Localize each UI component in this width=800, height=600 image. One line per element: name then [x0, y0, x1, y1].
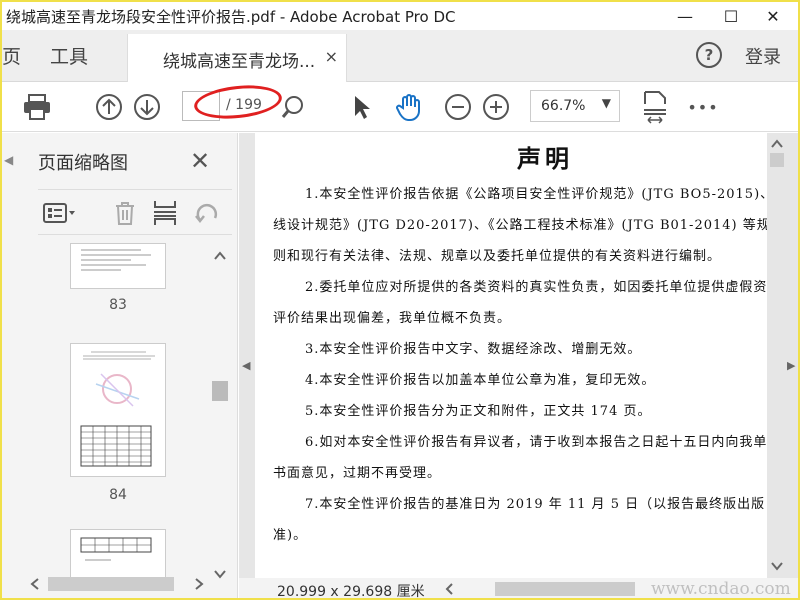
arrow-down-circle-icon	[134, 94, 160, 120]
statement-line: 4.本安全性评价报告以加盖本单位公章为准，复印无效。	[305, 373, 656, 388]
hand-tool-button[interactable]	[394, 92, 424, 122]
maximize-button[interactable]: ☐	[708, 2, 754, 30]
plus-circle-icon	[483, 94, 509, 120]
statement-line: 评价结果出现偏差，我单位概不负责。	[273, 311, 512, 326]
select-tool-button[interactable]	[346, 92, 376, 122]
zoom-search-button[interactable]	[278, 92, 308, 122]
statement-heading: 声明	[517, 144, 573, 173]
minimize-icon: —	[677, 6, 693, 26]
home-tab[interactable]: 页	[2, 42, 21, 69]
document-tab[interactable]: 绕城高速至青龙场... ×	[127, 34, 347, 82]
statement-line: 5.本安全性评价报告分为正文和附件，正文共 174 页。	[305, 404, 652, 419]
close-window-button[interactable]: ✕	[750, 2, 796, 30]
more-tools-icon[interactable]: •••	[687, 92, 718, 122]
thumbnail-label: 84	[109, 487, 127, 503]
tab-bar: 页 工具 绕城高速至青龙场... × ? 登录	[2, 30, 798, 82]
insert-page-icon	[154, 201, 176, 225]
thumbnail-label: 83	[109, 297, 127, 313]
fit-page-button[interactable]	[640, 91, 670, 124]
hand-icon	[396, 94, 420, 121]
acrobat-window: 绕城高速至青龙场段安全性评价报告.pdf - Adobe Acrobat Pro…	[0, 0, 800, 600]
statement-line: 书面意见，过期不再受理。	[273, 466, 442, 481]
zoom-out-button[interactable]	[443, 92, 473, 122]
scrollbar-graphic	[770, 139, 784, 571]
zoom-select[interactable]: 66.7% ▼	[530, 90, 620, 122]
print-icon	[24, 94, 50, 120]
pointer-arrow-icon	[355, 96, 370, 119]
zoom-in-button[interactable]	[481, 92, 511, 122]
document-tab-label: 绕城高速至青龙场...	[163, 52, 316, 72]
zoom-icon	[281, 96, 303, 118]
expand-right-panel-icon[interactable]: ▶	[787, 359, 795, 372]
thumbnails-panel: ◀ 页面缩略图 ✕ 83 84	[2, 133, 238, 598]
minus-circle-icon	[445, 94, 471, 120]
pdf-page: 声明 1.本安全性评价报告依据《公路项目安全性评价规范》(JTG BO5-201…	[255, 133, 767, 578]
statement-line: 准)。	[273, 528, 308, 543]
help-icon[interactable]: ?	[696, 42, 722, 68]
document-tab-close-icon[interactable]: ×	[325, 47, 338, 66]
window-title: 绕城高速至青龙场段安全性评价报告.pdf - Adobe Acrobat Pro…	[6, 8, 456, 26]
next-page-button[interactable]	[132, 92, 162, 122]
document-horizontal-scrollbar[interactable]	[439, 580, 639, 598]
chevron-down-icon: ▼	[601, 96, 611, 110]
print-button[interactable]	[22, 92, 52, 122]
statement-line: 3.本安全性评价报告中文字、数据经涂改、增删无效。	[305, 342, 642, 357]
thumbnail-horizontal-scrollbar[interactable]	[24, 574, 210, 594]
page-size: 20.999 x 29.698 厘米	[277, 584, 425, 600]
status-bar: 20.999 x 29.698 厘米 www.cndao.com	[239, 578, 798, 600]
statement-line: 2.委托单位应对所提供的各类资料的真实性负责，如因委托单位提供虚假资料	[305, 280, 767, 295]
thumbnail-page-83[interactable]	[70, 243, 166, 289]
statement-line: 线设计规范》(JTG D20-2017)、《公路工程技术标准》(JTG B01-…	[273, 218, 767, 233]
scrollbar-graphic	[445, 582, 635, 596]
scrollbar-graphic	[212, 251, 228, 579]
panel-title: 页面缩略图	[38, 153, 128, 174]
minimize-button[interactable]: —	[662, 2, 708, 30]
zoom-value: 66.7%	[541, 98, 586, 114]
thumbnail-options-button[interactable]	[40, 198, 80, 228]
statement-line: 7.本安全性评价报告的基准日为 2019 年 11 月 5 日（以报告最终版出版…	[305, 497, 767, 512]
arrow-up-circle-icon	[96, 94, 122, 120]
document-vertical-scrollbar[interactable]	[767, 133, 787, 578]
insert-page-button[interactable]	[150, 198, 180, 228]
panel-close-icon[interactable]: ✕	[190, 147, 210, 175]
watermark: www.cndao.com	[651, 579, 791, 599]
expand-left-panel-icon[interactable]: ◀	[242, 359, 250, 372]
options-menu-icon	[43, 203, 75, 223]
login-button[interactable]: 登录	[745, 43, 781, 69]
rotate-icon	[195, 203, 218, 224]
panel-toolbar	[38, 189, 232, 235]
maximize-icon: ☐	[723, 6, 739, 26]
statement-line: 6.如对本安全性评价报告有异议者，请于收到本报告之日起十五日内向我单位	[305, 435, 767, 450]
previous-page-button[interactable]	[94, 92, 124, 122]
tools-tab[interactable]: 工具	[50, 42, 88, 69]
close-icon: ✕	[766, 6, 780, 26]
thumbnail-list: 83 84	[38, 243, 210, 583]
delete-page-button[interactable]	[110, 198, 140, 228]
main-toolbar: •••	[2, 82, 798, 132]
statement-line: 1.本安全性评价报告依据《公路项目安全性评价规范》(JTG BO5-2015)、…	[305, 187, 767, 202]
rotate-page-button[interactable]	[192, 198, 222, 228]
thumbnail-preview	[80, 351, 155, 467]
fit-page-icon	[644, 91, 666, 124]
document-view[interactable]: ◀ 声明 1.本安全性评价报告依据《公路项目安全性评价规范》(JTG BO5-2…	[239, 133, 798, 600]
title-bar: 绕城高速至青龙场段安全性评价报告.pdf - Adobe Acrobat Pro…	[2, 2, 798, 30]
thumbnail-page-84[interactable]	[70, 343, 166, 477]
thumbnail-preview	[81, 249, 151, 271]
thumbnail-scrollbar[interactable]	[210, 245, 230, 585]
statement-line: 则和现行有关法律、法规、规章以及委托单位提供的有关资料进行编制。	[273, 249, 722, 264]
collapse-left-icon[interactable]: ◀	[4, 153, 13, 167]
trash-icon	[116, 202, 134, 225]
scrollbar-graphic	[30, 577, 204, 591]
